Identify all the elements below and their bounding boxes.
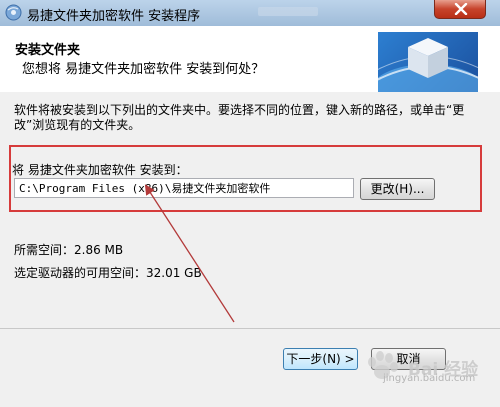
footer-divider — [0, 328, 500, 329]
install-path-input[interactable] — [14, 178, 354, 198]
window-title: 易捷文件夹加密软件 安装程序 — [27, 9, 201, 24]
instructions-text: 软件将被安装到以下列出的文件夹中。要选择不同的位置，键入新的路径，或单击“更改”… — [14, 103, 465, 132]
page-subtitle: 您想将 易捷文件夹加密软件 安装到何处？ — [22, 62, 265, 77]
wizard-header: 安装文件夹 您想将 易捷文件夹加密软件 安装到何处？ — [0, 26, 500, 98]
installer-disc-icon — [5, 4, 22, 21]
installer-window: 易捷文件夹加密软件 安装程序 安装文件夹 您想将 易捷文件夹加密软件 安装到何处… — [0, 0, 500, 407]
space-required-text: 所需空间：2.86 MB — [14, 243, 124, 257]
title-bar: 易捷文件夹加密软件 安装程序 — [0, 0, 500, 26]
change-folder-button[interactable]: 更改(H)... — [360, 178, 435, 200]
watermark-url: jingyan.baidu.com — [383, 373, 476, 384]
install-location-label: 将 易捷文件夹加密软件 安装到： — [12, 163, 188, 177]
globe-box-graphic — [378, 32, 478, 98]
next-button[interactable]: 下一步(N) > — [283, 348, 358, 370]
close-button[interactable] — [434, 0, 486, 19]
title-bar-blur — [258, 7, 318, 16]
page-title: 安装文件夹 — [15, 43, 81, 58]
space-available-text: 选定驱动器的可用空间：32.01 GB — [14, 266, 202, 280]
close-icon — [454, 3, 468, 15]
